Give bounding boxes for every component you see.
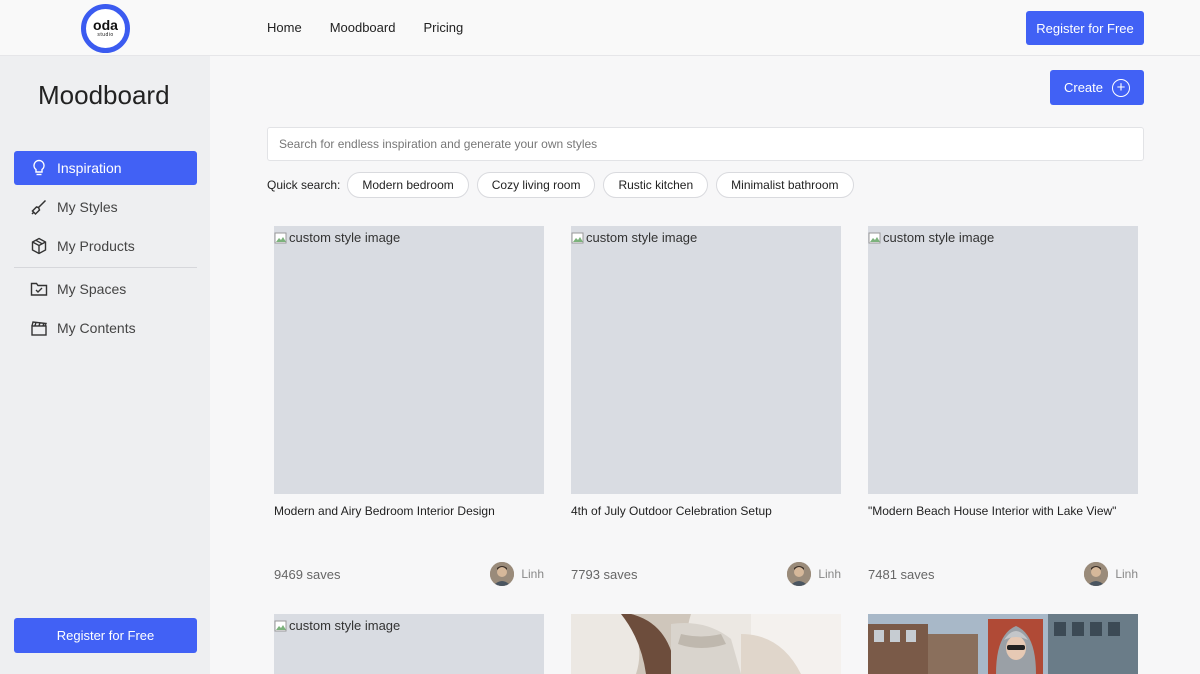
oda-studio-logo[interactable]: oda studio	[81, 4, 130, 53]
quick-search-chip[interactable]: Minimalist bathroom	[716, 172, 854, 198]
nav-moodboard-link[interactable]: Moodboard	[330, 20, 396, 35]
author-name: Linh	[1115, 567, 1138, 581]
sidebar-item-my-styles[interactable]: My Styles	[14, 190, 197, 224]
paintbrush-icon	[30, 198, 48, 216]
card-saves: 7793 saves	[571, 567, 638, 582]
sidebar-divider	[14, 267, 197, 268]
author-name: Linh	[521, 567, 544, 581]
main-nav: Home Moodboard Pricing	[267, 20, 491, 35]
card-title: 4th of July Outdoor Celebration Setup	[571, 504, 772, 518]
plus-circle-icon: +	[1112, 78, 1131, 97]
sidebar-item-label: My Styles	[57, 199, 118, 215]
box-icon	[30, 237, 48, 255]
sidebar-item-label: Inspiration	[57, 160, 122, 176]
card-saves: 7481 saves	[868, 567, 935, 582]
card-photo-fashion[interactable]	[571, 614, 841, 674]
card-image[interactable]: custom style image	[868, 226, 1138, 494]
broken-image-icon	[868, 232, 881, 243]
card-photo-street[interactable]	[868, 614, 1138, 674]
avatar	[490, 562, 515, 586]
quick-search-chip[interactable]: Cozy living room	[476, 172, 596, 198]
broken-image-icon	[274, 620, 287, 631]
card-author[interactable]: Linh	[1084, 562, 1138, 586]
sidebar-register-button[interactable]: Register for Free	[14, 618, 197, 653]
search-input[interactable]	[267, 127, 1144, 161]
broken-image-icon	[571, 232, 584, 243]
avatar	[787, 562, 812, 586]
sidebar-item-my-products[interactable]: My Products	[14, 229, 197, 263]
sidebar-item-label: My Products	[57, 238, 135, 254]
image-alt-text: custom style image	[289, 618, 401, 633]
sidebar-item-my-spaces[interactable]: My Spaces	[14, 272, 197, 306]
card-saves: 9469 saves	[274, 567, 341, 582]
sidebar-title: Moodboard	[38, 80, 170, 110]
nav-home-link[interactable]: Home	[267, 20, 302, 35]
nav-pricing-link[interactable]: Pricing	[423, 20, 463, 35]
card-image[interactable]: custom style image	[274, 226, 544, 494]
image-alt-text: custom style image	[883, 230, 995, 245]
quick-search-chip[interactable]: Rustic kitchen	[603, 172, 709, 198]
card-author[interactable]: Linh	[490, 562, 544, 586]
quick-search-label: Quick search:	[267, 178, 341, 192]
broken-image-icon	[274, 232, 287, 243]
create-label: Create	[1063, 80, 1104, 95]
register-button[interactable]: Register for Free	[1026, 11, 1144, 45]
card-title: "Modern Beach House Interior with Lake V…	[868, 504, 1117, 518]
sidebar: Moodboard Inspiration My Styles My Produ…	[0, 56, 210, 674]
image-alt-text: custom style image	[586, 230, 698, 245]
create-button[interactable]: Create +	[1050, 70, 1144, 105]
image-alt-text: custom style image	[289, 230, 401, 245]
folder-check-icon	[30, 280, 48, 298]
clapperboard-icon	[30, 319, 48, 337]
card-image[interactable]: custom style image	[274, 614, 544, 674]
quick-search-chip[interactable]: Modern bedroom	[347, 172, 469, 198]
card-image[interactable]: custom style image	[571, 226, 841, 494]
logo-subtext: studio	[97, 32, 114, 38]
sidebar-item-label: My Spaces	[57, 281, 127, 297]
card-title: Modern and Airy Bedroom Interior Design	[274, 504, 495, 518]
author-name: Linh	[818, 567, 841, 581]
sidebar-item-inspiration[interactable]: Inspiration	[14, 151, 197, 185]
top-navbar: oda studio Home Moodboard Pricing Regist…	[0, 0, 1200, 56]
sidebar-item-label: My Contents	[57, 320, 136, 336]
quick-search: Quick search: Modern bedroom Cozy living…	[267, 172, 862, 198]
sidebar-item-my-contents[interactable]: My Contents	[14, 311, 197, 345]
logo-text: oda	[93, 17, 118, 33]
lightbulb-icon	[30, 159, 48, 177]
card-author[interactable]: Linh	[787, 562, 841, 586]
avatar	[1084, 562, 1109, 586]
